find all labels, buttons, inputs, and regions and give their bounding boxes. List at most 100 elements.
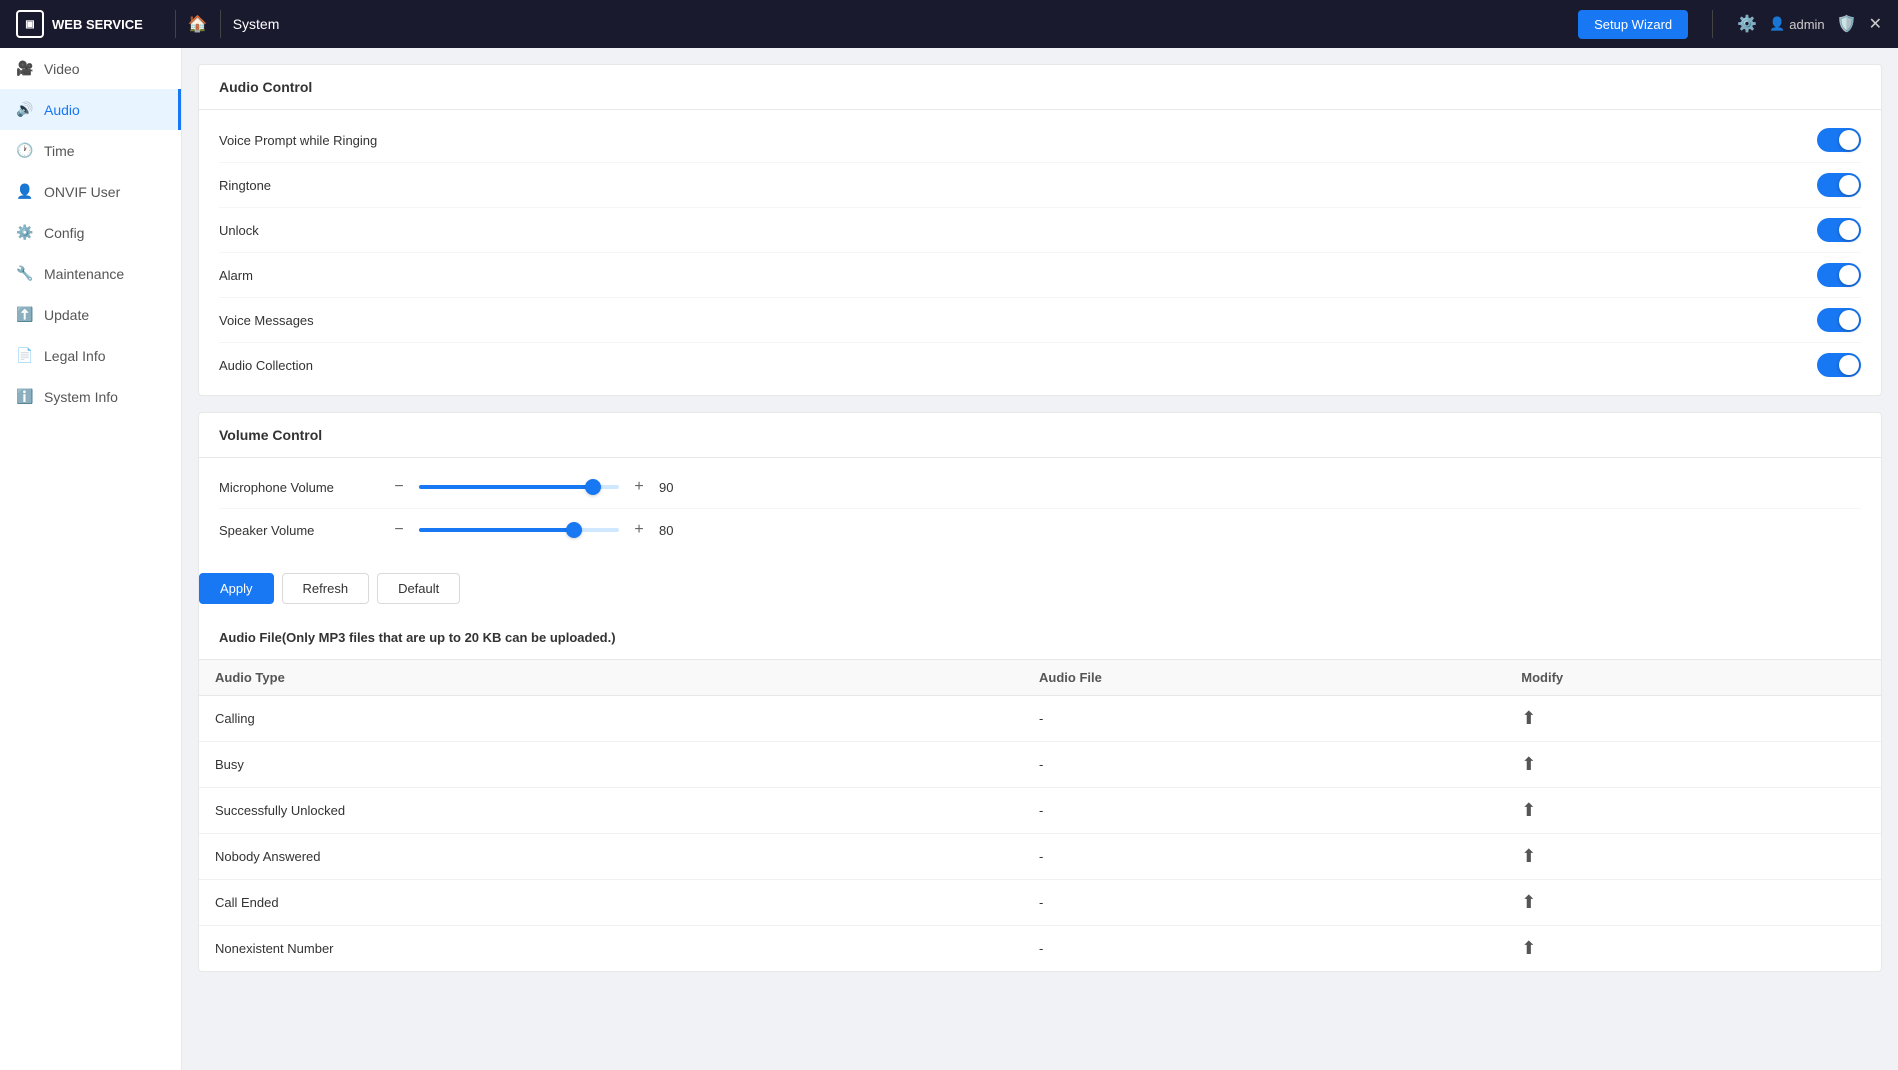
home-icon[interactable]: 🏠 — [188, 14, 208, 34]
user-menu[interactable]: 👤 admin — [1769, 16, 1825, 32]
app-logo: ▣ WEB SERVICE — [16, 10, 143, 38]
volume-control-card: Volume Control Microphone Volume − + 90 … — [198, 412, 1882, 972]
toggle-track-audio-collection[interactable] — [1817, 353, 1861, 377]
toggle-thumb-alarm — [1839, 265, 1859, 285]
audio-type-cell: Busy — [199, 742, 1023, 788]
table-row: Busy - ⬆ — [199, 742, 1881, 788]
toggle-alarm[interactable] — [1817, 263, 1861, 287]
audio-file-cell: - — [1023, 834, 1505, 880]
toggle-audio-collection[interactable] — [1817, 353, 1861, 377]
sidebar-label-maintenance: Maintenance — [44, 266, 124, 282]
volume-slider-microphone[interactable] — [419, 485, 619, 489]
upload-icon[interactable]: ⬆ — [1521, 800, 1536, 821]
volume-plus-speaker[interactable]: + — [631, 521, 647, 539]
upload-cell: ⬆ — [1505, 834, 1881, 880]
volume-control-header: Volume Control — [199, 413, 1881, 458]
toggle-row-unlock: Unlock — [219, 208, 1861, 253]
apply-button[interactable]: Apply — [199, 573, 274, 604]
sidebar-label-video: Video — [44, 61, 80, 77]
sidebar-item-config[interactable]: ⚙️Config — [0, 212, 181, 253]
table-row: Calling - ⬆ — [199, 696, 1881, 742]
main-layout: 🎥 Video 🔊Audio🕐Time👤ONVIF User⚙️Config 🔧 Mai… — [0, 48, 1898, 1070]
sidebar-item-system-info[interactable]: ℹ️ System Info — [0, 376, 181, 417]
toggle-row-voice-prompt: Voice Prompt while Ringing — [219, 118, 1861, 163]
toggle-thumb-audio-collection — [1839, 355, 1859, 375]
volume-value-speaker: 80 — [659, 523, 689, 538]
sidebar-item-audio[interactable]: 🔊Audio — [0, 89, 181, 130]
volume-minus-microphone[interactable]: − — [391, 478, 407, 496]
audio-type-cell: Nobody Answered — [199, 834, 1023, 880]
sidebar-label-update: Update — [44, 307, 89, 323]
nav-divider2 — [220, 10, 221, 38]
toggle-label-voice-messages: Voice Messages — [219, 313, 314, 328]
sidebar-item-onvif-user[interactable]: 👤ONVIF User — [0, 171, 181, 212]
legal-info-icon: 📄 — [16, 347, 34, 364]
toggle-row-ringtone: Ringtone — [219, 163, 1861, 208]
volume-plus-microphone[interactable]: + — [631, 478, 647, 496]
toggle-track-ringtone[interactable] — [1817, 173, 1861, 197]
upload-icon[interactable]: ⬆ — [1521, 892, 1536, 913]
upload-icon[interactable]: ⬆ — [1521, 754, 1536, 775]
upload-cell: ⬆ — [1505, 742, 1881, 788]
button-row: Apply Refresh Default — [199, 559, 1881, 620]
volume-label-microphone: Microphone Volume — [219, 480, 379, 495]
user-icon: 👤 — [1769, 16, 1785, 32]
toggle-thumb-ringtone — [1839, 175, 1859, 195]
toggle-label-audio-collection: Audio Collection — [219, 358, 313, 373]
col-audio-type: Audio Type — [199, 660, 1023, 696]
upload-icon[interactable]: ⬆ — [1521, 846, 1536, 867]
upload-icon[interactable]: ⬆ — [1521, 708, 1536, 729]
maintenance-icon: 🔧 — [16, 265, 34, 282]
audio-type-cell: Nonexistent Number — [199, 926, 1023, 972]
toggle-track-voice-messages[interactable] — [1817, 308, 1861, 332]
toggle-row-alarm: Alarm — [219, 253, 1861, 298]
toggle-track-alarm[interactable] — [1817, 263, 1861, 287]
sidebar-item-maintenance[interactable]: 🔧 Maintenance — [0, 253, 181, 294]
sidebar-label-audio: Audio — [44, 102, 80, 118]
sidebar-item-video[interactable]: 🎥 Video — [0, 48, 181, 89]
logo-icon: ▣ — [16, 10, 44, 38]
toggle-ringtone[interactable] — [1817, 173, 1861, 197]
config-icon: ⚙️ — [16, 224, 34, 241]
table-row: Call Ended - ⬆ — [199, 880, 1881, 926]
sidebar-item-update[interactable]: ⬆️ Update — [0, 294, 181, 335]
table-row: Nonexistent Number - ⬆ — [199, 926, 1881, 972]
toggle-thumb-voice-prompt — [1839, 130, 1859, 150]
video-icon: 🎥 — [16, 60, 34, 77]
toggle-thumb-unlock — [1839, 220, 1859, 240]
toggle-label-alarm: Alarm — [219, 268, 253, 283]
sidebar-item-legal-info[interactable]: 📄Legal Info — [0, 335, 181, 376]
nav-right: Setup Wizard ⚙️ 👤 admin 🛡️ ✕ — [1578, 10, 1882, 39]
time-icon: 🕐 — [16, 142, 34, 159]
toggle-voice-messages[interactable] — [1817, 308, 1861, 332]
upload-icon[interactable]: ⬆ — [1521, 938, 1536, 959]
setup-wizard-button[interactable]: Setup Wizard — [1578, 10, 1688, 39]
nav-divider — [175, 10, 176, 38]
audio-file-cell: - — [1023, 742, 1505, 788]
system-info-icon: ℹ️ — [16, 388, 34, 405]
default-button[interactable]: Default — [377, 573, 460, 604]
toggle-track-unlock[interactable] — [1817, 218, 1861, 242]
app-name: WEB SERVICE — [52, 17, 143, 32]
sidebar-label-system-info: System Info — [44, 389, 118, 405]
shield-icon[interactable]: 🛡️ — [1837, 14, 1857, 34]
upload-cell: ⬆ — [1505, 880, 1881, 926]
audio-file-cell: - — [1023, 696, 1505, 742]
toggle-track-voice-prompt[interactable] — [1817, 128, 1861, 152]
volume-slider-speaker[interactable] — [419, 528, 619, 532]
settings-icon[interactable]: ⚙️ — [1737, 14, 1757, 34]
toggle-thumb-voice-messages — [1839, 310, 1859, 330]
volume-minus-speaker[interactable]: − — [391, 521, 407, 539]
volume-control-body: Microphone Volume − + 90 Speaker Volume … — [199, 458, 1881, 559]
toggle-label-unlock: Unlock — [219, 223, 259, 238]
refresh-button[interactable]: Refresh — [282, 573, 370, 604]
close-icon[interactable]: ✕ — [1869, 14, 1882, 34]
audio-control-header: Audio Control — [199, 65, 1881, 110]
col-modify: Modify — [1505, 660, 1881, 696]
toggle-unlock[interactable] — [1817, 218, 1861, 242]
onvif-user-icon: 👤 — [16, 183, 34, 200]
update-icon: ⬆️ — [16, 306, 34, 323]
toggle-voice-prompt[interactable] — [1817, 128, 1861, 152]
toggle-row-audio-collection: Audio Collection — [219, 343, 1861, 387]
sidebar-item-time[interactable]: 🕐Time — [0, 130, 181, 171]
